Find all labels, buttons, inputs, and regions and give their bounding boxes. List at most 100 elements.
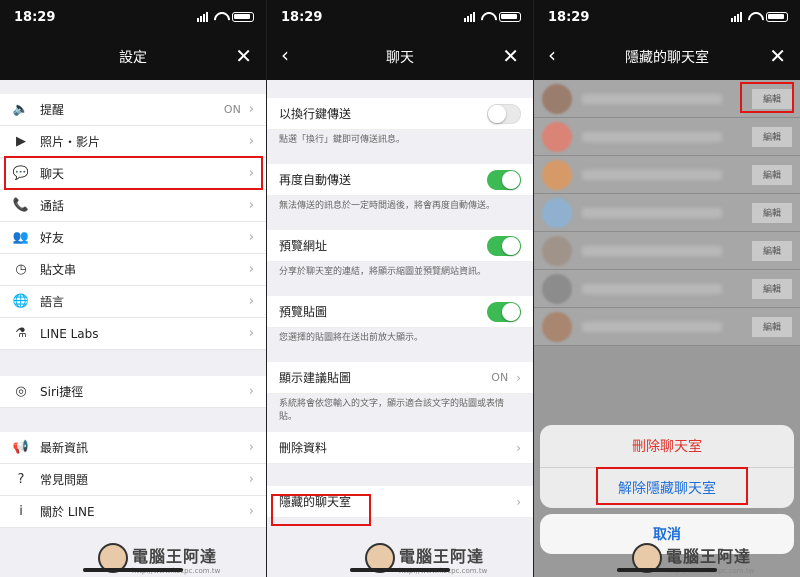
- hidden-chats-row[interactable]: 隱藏的聊天室 ›: [267, 486, 533, 518]
- toggle-switch[interactable]: [487, 235, 521, 256]
- settings-row[interactable]: ⚗ LINE Labs ›: [0, 318, 266, 350]
- edit-button[interactable]: 編輯: [752, 126, 792, 147]
- chat-setting-label: 預覽網址: [279, 239, 328, 253]
- chat-setting-label: 再度自動傳送: [279, 173, 352, 187]
- page-title: 隱藏的聊天室: [625, 50, 709, 66]
- chat-setting-label: 預覽貼圖: [279, 305, 328, 319]
- status-bar: 18:29: [534, 0, 800, 34]
- wifi-icon: [213, 12, 227, 22]
- chat-settings-list: 以換行鍵傳送 點選「換行」鍵即可傳送訊息。再度自動傳送無法傳送的訊息於一定時間過後…: [267, 98, 533, 362]
- watermark-text: 電腦王阿達: [399, 547, 485, 566]
- edit-button[interactable]: 編輯: [752, 278, 792, 299]
- delete-chat-action[interactable]: 刪除聊天室: [540, 425, 794, 468]
- chevron-right-icon: ›: [248, 440, 254, 455]
- suggest-stickers-row[interactable]: 顯示建議貼圖 ON ›: [267, 362, 533, 394]
- hidden-chat-row[interactable]: 編輯: [534, 270, 800, 308]
- avatar: [542, 159, 572, 190]
- watermark-text: 電腦王阿達: [666, 547, 752, 566]
- chat-settings-screen: 18:29 ‹ 聊天 ✕ 以換行鍵傳送 點選「換行」鍵即可傳送訊息。 再度自動傳送無…: [266, 0, 534, 577]
- home-indicator: [350, 568, 450, 572]
- battery-icon: [766, 12, 788, 22]
- suggest-stickers-desc: 系統將會依您輸入的文字，顯示適合該文字的貼圖或表情貼。: [267, 394, 533, 432]
- toggle-knob: [502, 236, 520, 255]
- status-bar: 18:29: [0, 0, 266, 34]
- toggle-switch[interactable]: [487, 103, 521, 124]
- battery-icon: [232, 12, 254, 22]
- suggest-stickers-label: 顯示建議貼圖: [279, 371, 352, 385]
- nav-bar: ‹ 隱藏的聊天室 ✕: [534, 34, 800, 80]
- media-icon: ▶: [16, 134, 26, 149]
- avatar: [542, 235, 572, 266]
- delete-data-row[interactable]: 刪除資料 ›: [267, 432, 533, 464]
- chevron-right-icon: ›: [248, 384, 254, 399]
- settings-row-label: 照片・影片: [40, 135, 101, 149]
- avatar: [542, 273, 572, 304]
- hidden-chat-row[interactable]: 編輯: [534, 194, 800, 232]
- close-icon[interactable]: ✕: [502, 46, 519, 66]
- hidden-chat-row[interactable]: 編輯: [534, 118, 800, 156]
- toggle-switch[interactable]: [487, 301, 521, 322]
- chevron-right-icon: ›: [248, 198, 254, 213]
- chat-setting-row: 以換行鍵傳送: [267, 98, 533, 130]
- settings-row[interactable]: 💬 聊天 ›: [0, 158, 266, 190]
- hidden-chat-row[interactable]: 編輯: [534, 80, 800, 118]
- edit-button[interactable]: 編輯: [752, 164, 792, 185]
- status-time: 18:29: [281, 9, 323, 25]
- edit-button[interactable]: 編輯: [752, 240, 792, 261]
- close-icon[interactable]: ✕: [769, 46, 786, 66]
- back-icon[interactable]: ‹: [281, 45, 289, 65]
- chat-setting-desc: 點選「換行」鍵即可傳送訊息。: [267, 130, 533, 164]
- megaphone-icon: 📢: [12, 440, 30, 455]
- chevron-right-icon: ›: [248, 326, 254, 341]
- settings-row[interactable]: 📢 最新資訊 ›: [0, 432, 266, 464]
- settings-row[interactable]: 📞 通話 ›: [0, 190, 266, 222]
- edit-button[interactable]: 編輯: [752, 316, 792, 337]
- toggle-knob: [488, 104, 506, 123]
- edit-button[interactable]: 編輯: [752, 88, 792, 109]
- chat-setting-desc: 無法傳送的訊息於一定時間過後，將會再度自動傳送。: [267, 196, 533, 230]
- hidden-chat-row[interactable]: 編輯: [534, 232, 800, 270]
- battery-icon: [499, 12, 521, 22]
- blurred-chat-name: [582, 207, 722, 218]
- home-indicator: [617, 568, 717, 572]
- settings-list-main: 🔈 提醒 ON › ▶ 照片・影片 › 💬 聊天 › 📞 通話 › 👥 好友 › ◷ 貼文串 › 🌐 語言 › ⚗ LINE …: [0, 94, 266, 350]
- signal-icon: [731, 12, 742, 22]
- status-bar: 18:29: [267, 0, 533, 34]
- settings-row[interactable]: ? 常見問題 ›: [0, 464, 266, 496]
- settings-row-label: 最新資訊: [40, 441, 89, 455]
- hidden-chat-row[interactable]: 編輯: [534, 308, 800, 346]
- chevron-right-icon: ›: [248, 230, 254, 245]
- chat-setting-desc: 您選擇的貼圖將在送出前放大顯示。: [267, 328, 533, 362]
- settings-row-label: 常見問題: [40, 473, 89, 487]
- chevron-right-icon: ›: [516, 440, 521, 455]
- hidden-chat-row[interactable]: 編輯: [534, 156, 800, 194]
- settings-row-label: Siri捷徑: [40, 385, 84, 399]
- settings-row-label: 提醒: [40, 103, 65, 117]
- siri-icon: ◎: [15, 384, 27, 399]
- settings-row[interactable]: ◷ 貼文串 ›: [0, 254, 266, 286]
- chevron-right-icon: ›: [248, 262, 254, 277]
- blurred-chat-name: [582, 169, 722, 180]
- toggle-switch[interactable]: [487, 169, 521, 190]
- settings-row[interactable]: i 關於 LINE ›: [0, 496, 266, 528]
- chevron-right-icon: ›: [248, 134, 254, 149]
- signal-icon: [464, 12, 475, 22]
- settings-row-label: 好友: [40, 231, 65, 245]
- toggle-knob: [502, 302, 520, 321]
- settings-row[interactable]: 🌐 語言 ›: [0, 286, 266, 318]
- signal-icon: [197, 12, 208, 22]
- wifi-icon: [747, 12, 761, 22]
- avatar: [542, 83, 572, 114]
- chevron-right-icon: ›: [516, 494, 521, 509]
- close-icon[interactable]: ✕: [235, 46, 252, 66]
- settings-row[interactable]: ▶ 照片・影片 ›: [0, 126, 266, 158]
- settings-row[interactable]: 🔈 提醒 ON ›: [0, 94, 266, 126]
- edit-button[interactable]: 編輯: [752, 202, 792, 223]
- unhide-chat-action[interactable]: 解除隱藏聊天室: [540, 468, 794, 508]
- back-icon[interactable]: ‹: [548, 45, 556, 65]
- chevron-right-icon: ›: [248, 472, 254, 487]
- settings-row[interactable]: 👥 好友 ›: [0, 222, 266, 254]
- settings-row[interactable]: ◎ Siri捷徑 ›: [0, 376, 266, 408]
- settings-row-label: LINE Labs: [40, 326, 99, 341]
- blurred-chat-name: [582, 93, 722, 104]
